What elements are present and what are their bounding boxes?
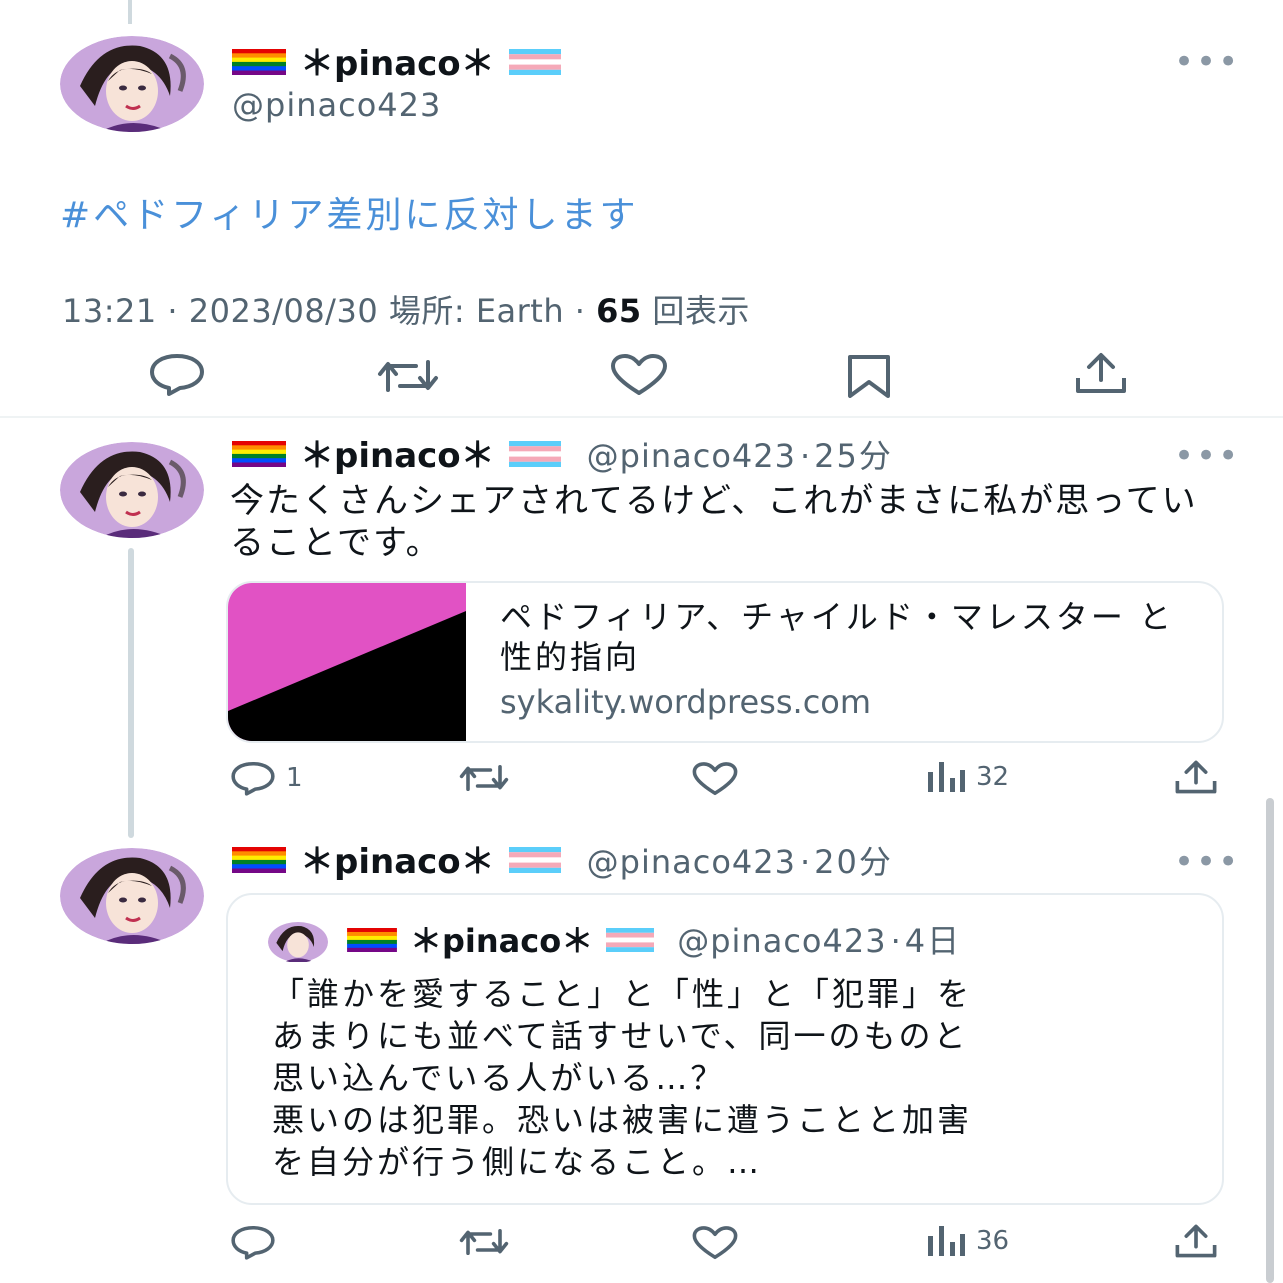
share-button[interactable]: [1174, 1224, 1218, 1258]
author-handle: @pinaco423: [677, 922, 887, 960]
quoted-line: 思い込んでいる人がいる…？: [272, 1059, 726, 1097]
reply-button[interactable]: 1: [230, 760, 303, 796]
rainbow-flag-icon: [232, 434, 286, 478]
scrollbar[interactable]: [1266, 798, 1274, 1283]
avatar[interactable]: [60, 36, 204, 132]
bookmark-icon: [848, 355, 890, 398]
display-name-text: ＊pinaco＊: [300, 44, 495, 84]
trans-flag-icon: [605, 919, 655, 963]
share-icon: [1175, 1224, 1217, 1258]
like-button[interactable]: [692, 762, 738, 796]
author-handle[interactable]: @pinaco423: [587, 840, 796, 884]
rainbow-flag-icon: [232, 42, 286, 86]
reply-icon: [231, 1225, 275, 1260]
link-card[interactable]: ペドフィリア、チャイルド・マレスター と性的指向 sykality.wordpr…: [226, 581, 1224, 743]
quoted-line: あまりにも並べて話すせいで、同一のものと: [272, 1017, 969, 1055]
divider: [0, 416, 1283, 418]
time-separator: ·: [800, 437, 811, 475]
meta-separator: ·: [167, 292, 189, 330]
bookmark-button[interactable]: [846, 354, 892, 402]
author-handle[interactable]: @pinaco423: [232, 86, 441, 124]
reply-text: 今たくさんシェアされてるけど、これがまさに私が思っていることです。: [230, 481, 1198, 563]
author-handle[interactable]: @pinaco423: [587, 434, 796, 478]
more-dots-icon[interactable]: •••: [1174, 45, 1240, 79]
retweet-icon: [459, 765, 509, 791]
quoted-header: ＊pinaco＊ @pinaco423 · 4日: [346, 919, 961, 963]
time-separator: ·: [800, 843, 811, 881]
avatar: [268, 921, 328, 963]
avatar-image: [60, 848, 204, 944]
reply-button[interactable]: [230, 1224, 276, 1260]
view-label: 回表示: [652, 292, 750, 330]
like-button[interactable]: [610, 354, 668, 400]
quoted-time-ago: 4日: [904, 922, 962, 960]
view-count: 36: [976, 1226, 1010, 1256]
location-label: 場所:: [388, 292, 466, 330]
reply-count: 1: [286, 763, 303, 793]
heart-icon: [611, 354, 667, 395]
trans-flag-icon: [508, 434, 561, 478]
tweet-time[interactable]: 13:21: [62, 292, 157, 330]
author-name[interactable]: ＊pinaco＊: [232, 42, 561, 86]
quoted-text: 「誰かを愛すること」と「性」と「犯罪」を あまりにも並べて話すせいで、同一のもの…: [272, 973, 1202, 1183]
like-button[interactable]: [692, 1226, 738, 1260]
meta-separator: ·: [574, 292, 597, 330]
time-ago[interactable]: 20分: [814, 840, 893, 884]
views-chart-icon: [928, 762, 965, 792]
avatar-image: [60, 442, 204, 538]
quoted-line: を自分が行う側になること。…: [272, 1143, 763, 1181]
more-dots-icon[interactable]: •••: [1174, 845, 1240, 879]
display-name-text[interactable]: ＊pinaco＊: [300, 434, 495, 478]
hashtag-link[interactable]: #ペドフィリア差別に反対します: [60, 186, 638, 238]
time-ago[interactable]: 25分: [814, 434, 893, 478]
retweet-button[interactable]: [376, 356, 440, 400]
reply-header: ＊pinaco＊ @pinaco423 · 20分: [232, 840, 893, 884]
card-title: ペドフィリア、チャイルド・マレスター と性的指向: [500, 598, 1175, 676]
display-name-text: ＊pinaco＊: [410, 922, 594, 960]
card-image: [228, 583, 466, 741]
display-name-text[interactable]: ＊pinaco＊: [300, 840, 495, 884]
thread-line: [128, 548, 134, 838]
view-count: 65: [596, 292, 642, 330]
views-button[interactable]: 32: [926, 760, 1009, 794]
reply-header: ＊pinaco＊ @pinaco423 · 25分: [232, 434, 893, 478]
retweet-icon: [459, 1229, 509, 1255]
avatar-image: [60, 36, 204, 132]
card-domain: sykality.wordpress.com: [500, 683, 872, 721]
location-value: Earth: [475, 292, 565, 330]
time-separator: ·: [890, 922, 901, 960]
tweet-date[interactable]: 2023/08/30: [189, 292, 378, 330]
heart-icon: [692, 762, 738, 796]
quoted-line: 悪いのは犯罪。恐いは被害に遭うことと加害: [272, 1101, 973, 1139]
retweet-button[interactable]: [458, 1226, 510, 1258]
more-dots-icon[interactable]: •••: [1174, 439, 1240, 473]
views-chart-icon: [928, 1226, 965, 1256]
avatar-image: [268, 922, 328, 962]
trans-flag-icon: [508, 840, 561, 884]
reply-icon: [231, 761, 275, 796]
trans-flag-icon: [508, 42, 561, 86]
share-button[interactable]: [1074, 352, 1128, 398]
tweet-metadata: 13:21 · 2023/08/30 場所: Earth · 65 回表示: [62, 286, 750, 332]
rainbow-flag-icon: [232, 840, 286, 884]
avatar[interactable]: [60, 848, 204, 944]
retweet-icon: [378, 360, 438, 392]
heart-icon: [692, 1226, 738, 1260]
view-count: 32: [976, 762, 1010, 792]
reply-button[interactable]: [148, 352, 206, 400]
quoted-line: 「誰かを愛すること」と「性」と「犯罪」を: [272, 975, 973, 1013]
quoted-tweet[interactable]: ＊pinaco＊ @pinaco423 · 4日 「誰かを愛すること」と「性」と…: [226, 893, 1224, 1205]
views-button[interactable]: 36: [926, 1224, 1009, 1258]
share-icon: [1175, 760, 1217, 794]
share-button[interactable]: [1174, 760, 1218, 794]
share-icon: [1076, 353, 1126, 393]
avatar[interactable]: [60, 442, 204, 538]
thread-line-top: [128, 0, 132, 24]
rainbow-flag-icon: [346, 919, 398, 963]
reply-icon: [150, 354, 204, 396]
retweet-button[interactable]: [458, 762, 510, 794]
